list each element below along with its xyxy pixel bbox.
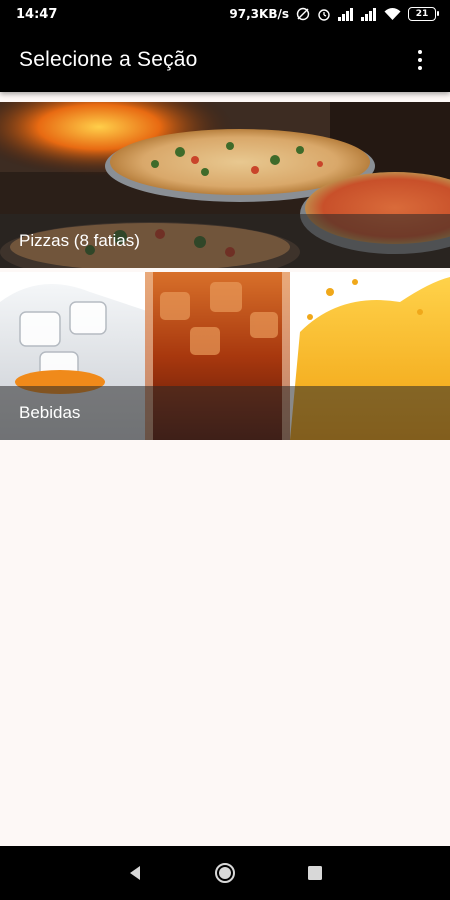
section-card-pizzas[interactable]: Pizzas (8 fatias) bbox=[0, 102, 450, 268]
back-icon bbox=[130, 866, 140, 880]
system-nav-bar bbox=[0, 846, 450, 900]
app-bar: Selecione a Seção bbox=[0, 28, 450, 92]
page-title: Selecione a Seção bbox=[19, 48, 198, 71]
battery-level: 21 bbox=[415, 9, 429, 19]
home-button[interactable] bbox=[205, 853, 245, 893]
back-button[interactable] bbox=[115, 853, 155, 893]
status-icons: 97,3KB/s 21 bbox=[229, 7, 439, 21]
status-bar: 14:47 97,3KB/s 21 bbox=[0, 0, 450, 28]
status-time: 14:47 bbox=[16, 6, 58, 22]
more-vert-icon bbox=[418, 50, 422, 54]
battery-icon: 21 bbox=[408, 7, 439, 21]
recents-button[interactable] bbox=[295, 853, 335, 893]
alarm-icon bbox=[317, 7, 331, 21]
screen: 14:47 97,3KB/s 21 Selecione a Seção Pizz… bbox=[0, 0, 450, 900]
signal-icon bbox=[338, 7, 354, 21]
more-options-button[interactable] bbox=[404, 40, 436, 80]
section-card-bebidas[interactable]: Bebidas bbox=[0, 272, 450, 440]
section-label-strip: Pizzas (8 fatias) bbox=[0, 214, 450, 268]
section-list: Pizzas (8 fatias) Bebidas bbox=[0, 102, 450, 440]
section-label: Pizzas (8 fatias) bbox=[19, 231, 140, 250]
wifi-icon bbox=[384, 7, 401, 21]
do-not-disturb-icon bbox=[296, 7, 310, 21]
section-label-strip: Bebidas bbox=[0, 386, 450, 440]
signal-icon bbox=[361, 7, 377, 21]
more-vert-dot bbox=[418, 66, 422, 70]
network-speed: 97,3KB/s bbox=[229, 7, 289, 21]
home-icon bbox=[215, 863, 235, 883]
recents-icon bbox=[308, 866, 322, 880]
more-vert-dot bbox=[418, 58, 422, 62]
section-label: Bebidas bbox=[19, 403, 81, 422]
